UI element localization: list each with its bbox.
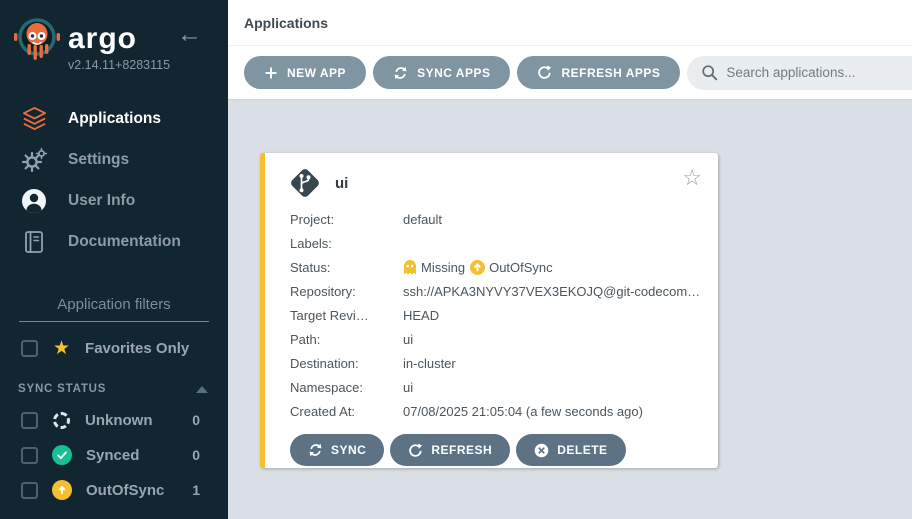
sidebar-item-user-info[interactable]: User Info [0,180,228,221]
collapse-sidebar-icon[interactable]: ← [177,22,202,47]
brand-wordmark: argo [68,22,170,55]
card-details: Project: default Labels: Status: [265,207,718,423]
health-status-badge: Missing [403,259,465,275]
delete-button[interactable]: DELETE [516,434,625,466]
filter-row-synced: Synced 0 [21,445,200,465]
star-icon: ★ [53,339,70,358]
filter-count: 1 [192,482,200,498]
card-row-target-revision: Target Revi… HEAD [265,303,718,327]
version-label: v2.14.11+8283115 [68,58,170,72]
sync-apps-label: SYNC APPS [417,66,490,80]
new-app-button[interactable]: NEW APP [244,56,366,89]
card-row-project: Project: default [265,207,718,231]
x-circle-icon [534,443,549,458]
plus-icon [264,66,278,80]
sidebar-item-label: User Info [68,192,135,210]
filter-label: Unknown [85,412,153,429]
synced-checkbox[interactable] [21,447,38,464]
sync-icon [393,66,408,80]
book-icon [20,228,48,256]
outofsync-status-icon [52,480,72,500]
filters-divider [19,321,209,322]
search-box: / [687,56,912,90]
arrow-up-circle-icon [470,260,485,275]
argo-octopus-logo [12,14,62,70]
unknown-checkbox[interactable] [21,412,38,429]
sync-status-title: SYNC STATUS [18,383,106,395]
application-name: ui [335,175,348,192]
application-card-ui[interactable]: ui ☆ Project: default Labels: Status: [260,153,718,468]
logo-row: argo v2.14.11+8283115 ← [0,0,228,72]
filters-title: Application filters [0,296,228,313]
card-row-namespace: Namespace: ui [265,375,718,399]
sidebar: argo v2.14.11+8283115 ← Applications [0,0,228,519]
sync-apps-button[interactable]: SYNC APPS [373,56,510,89]
applications-grid: ui ☆ Project: default Labels: Status: [228,100,912,519]
main-area: Applications NEW APP SYNC APPS [228,0,912,519]
ghost-missing-icon [403,259,417,275]
title-bar: Applications [228,0,912,46]
sidebar-item-label: Applications [68,110,161,128]
refresh-apps-button[interactable]: REFRESH APPS [517,56,680,89]
favorites-only-filter: ★ Favorites Only [21,339,210,358]
card-row-repository: Repository: ssh://APKA3NYVY37VEX3EKOJQ@g… [265,279,718,303]
sidebar-menu: Applications [0,98,228,262]
synced-status-icon [52,445,72,465]
refresh-icon [408,443,423,458]
sidebar-item-label: Documentation [68,233,181,251]
new-app-label: NEW APP [287,66,346,80]
favorites-label: Favorites Only [85,340,189,357]
user-icon [20,187,48,215]
sync-status-header: SYNC STATUS [18,383,208,395]
filter-count: 0 [192,412,200,428]
sidebar-item-settings[interactable]: Settings [0,139,228,180]
brand: argo v2.14.11+8283115 [68,22,170,72]
refresh-button[interactable]: REFRESH [390,434,510,466]
gear-icon [20,146,48,174]
filter-label: OutOfSync [86,482,164,499]
sidebar-item-documentation[interactable]: Documentation [0,221,228,262]
filter-count: 0 [192,447,200,463]
card-actions: SYNC REFRESH [265,434,718,466]
card-row-destination: Destination: in-cluster [265,351,718,375]
refresh-icon [537,65,552,80]
refresh-apps-label: REFRESH APPS [561,66,660,80]
outofsync-checkbox[interactable] [21,482,38,499]
sync-button[interactable]: SYNC [290,434,384,466]
search-icon [701,64,718,81]
card-row-path: Path: ui [265,327,718,351]
toolbar: NEW APP SYNC APPS REFRESH APPS [228,46,912,100]
filter-row-outofsync: OutOfSync 1 [21,480,200,500]
unknown-status-icon [53,412,70,429]
card-header: ui [265,153,718,198]
card-row-labels: Labels: [265,231,718,255]
filter-row-unknown: Unknown 0 [21,410,200,430]
layers-icon [20,105,48,133]
card-row-status: Status: Missing [265,255,718,279]
favorites-checkbox[interactable] [21,340,38,357]
application-git-icon [290,168,320,198]
favorite-star-icon[interactable]: ☆ [682,167,702,189]
sidebar-item-label: Settings [68,151,129,169]
page-title: Applications [244,15,328,31]
collapse-section-icon[interactable] [196,386,208,393]
argocd-app: argo v2.14.11+8283115 ← Applications [0,0,912,519]
search-input[interactable] [726,65,911,80]
sidebar-item-applications[interactable]: Applications [0,98,228,139]
card-row-created-at: Created At: 07/08/2025 21:05:04 (a few s… [265,399,718,423]
sync-icon [308,443,323,457]
filter-label: Synced [86,447,139,464]
sync-status-badge: OutOfSync [470,260,553,275]
